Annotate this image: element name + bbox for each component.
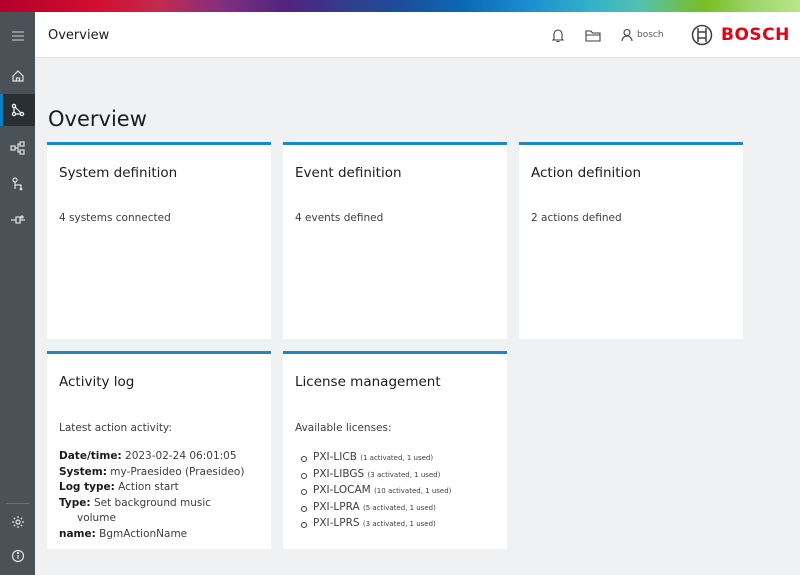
sidebar-divider [6, 503, 29, 504]
user-button[interactable] [617, 25, 637, 45]
list-item: PXI-LIBGS (3 activated, 1 used) [301, 467, 451, 484]
card-summary: 4 events defined [295, 212, 384, 224]
card-subtitle: Available licenses: [295, 422, 392, 434]
card-subtitle: Latest action activity: [59, 422, 172, 434]
activity-row: Log type: Action start [59, 481, 179, 493]
bell-icon [551, 28, 565, 42]
header-title: Overview [48, 28, 110, 43]
event-tree-icon [9, 141, 25, 155]
list-item: PXI-LICB (1 activated, 1 used) [301, 450, 451, 467]
sidebar-item-connections[interactable] [0, 204, 35, 236]
sidebar-item-home[interactable] [0, 60, 35, 92]
activity-row: Type: Set background music [59, 496, 212, 509]
activity-log-card[interactable]: Activity log Latest action activity: Dat… [47, 351, 271, 549]
list-item: PXI-LPRA (5 activated, 1 used) [301, 500, 451, 517]
bosch-logo: BOSCH [691, 23, 791, 47]
bosch-armature-icon [691, 24, 713, 46]
connector-icon [10, 215, 25, 224]
sidebar-item-actions[interactable] [0, 168, 35, 200]
action-flow-icon [11, 177, 22, 191]
user-icon [621, 28, 633, 42]
folder-icon [585, 29, 601, 42]
action-definition-card[interactable]: Action definition 2 actions defined [519, 142, 743, 339]
system-topology-icon [11, 103, 24, 117]
sidebar-item-events[interactable] [0, 132, 35, 164]
sidebar-item-system[interactable] [0, 94, 35, 126]
gear-icon [11, 516, 24, 528]
sidebar [0, 12, 35, 575]
activity-details: Date/time: 2023-02-24 06:01:05 System: m… [59, 449, 269, 542]
top-header: Overview bosch BOSCH [35, 12, 800, 58]
list-item: PXI-LOCAM (10 activated, 1 used) [301, 483, 451, 500]
folder-button[interactable] [583, 25, 603, 45]
menu-icon[interactable] [0, 20, 35, 52]
card-summary: 2 actions defined [531, 212, 622, 224]
bosch-wordmark: BOSCH [721, 25, 790, 45]
card-title: System definition [59, 165, 178, 181]
activity-row: Date/time: 2023-02-24 06:01:05 [59, 450, 237, 462]
license-list: PXI-LICB (1 activated, 1 used) PXI-LIBGS… [301, 450, 451, 533]
system-definition-card[interactable]: System definition 4 systems connected [47, 142, 271, 339]
home-icon [11, 70, 24, 82]
sidebar-item-settings[interactable] [0, 506, 35, 538]
info-icon [11, 549, 24, 563]
brand-supergraphic-bar [0, 0, 800, 12]
card-title: Action definition [531, 165, 642, 181]
card-summary: 4 systems connected [59, 212, 171, 224]
activity-row: System: my-Praesideo (Praesideo) [59, 465, 245, 478]
page-title: Overview [48, 107, 147, 131]
activity-row-continuation: volume [77, 512, 116, 524]
license-management-card[interactable]: License management Available licenses: P… [283, 351, 507, 549]
user-name[interactable]: bosch [637, 30, 664, 40]
notifications-button[interactable] [548, 25, 568, 45]
card-title: License management [295, 374, 441, 390]
list-item: PXI-LPRS (3 activated, 1 used) [301, 516, 451, 533]
activity-row: name: BgmActionName [59, 527, 188, 540]
card-title: Event definition [295, 165, 402, 181]
card-title: Activity log [59, 374, 135, 390]
event-definition-card[interactable]: Event definition 4 events defined [283, 142, 507, 339]
sidebar-item-info[interactable] [0, 540, 35, 572]
